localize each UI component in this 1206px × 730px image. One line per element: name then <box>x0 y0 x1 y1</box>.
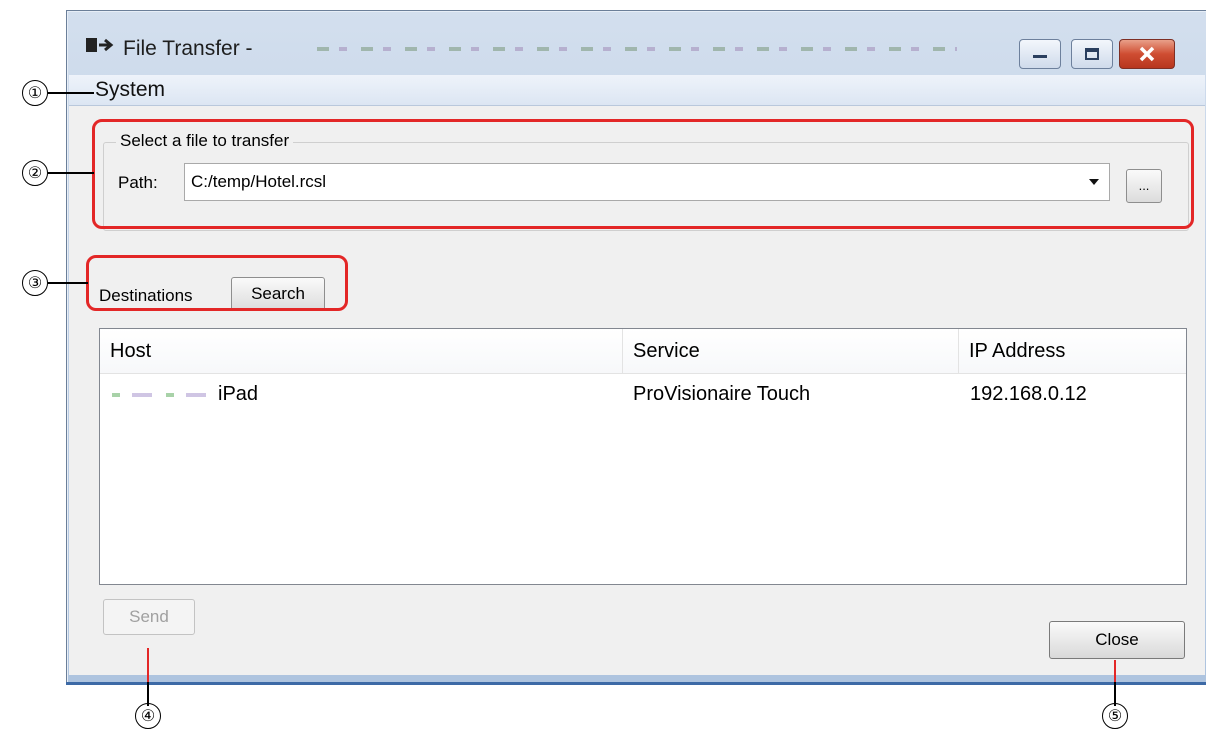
callout-line-1 <box>48 92 94 94</box>
callout-2: ② <box>22 160 48 186</box>
host-blurred-text <box>112 392 208 397</box>
callout-3: ③ <box>22 270 48 296</box>
window-title: File Transfer - <box>123 37 253 60</box>
callout-line-2 <box>48 172 94 174</box>
maximize-icon <box>1085 48 1099 60</box>
title-blurred-text <box>317 47 957 51</box>
callout-5: ⑤ <box>1102 703 1128 729</box>
menu-system[interactable]: System <box>95 78 165 102</box>
maximize-button[interactable] <box>1071 39 1113 69</box>
close-window-button[interactable] <box>1119 39 1175 69</box>
callout-line-3 <box>48 282 88 284</box>
minimize-icon <box>1033 55 1047 58</box>
destinations-table: Host Service IP Address iPad ProVisionai… <box>99 328 1187 585</box>
column-header-service[interactable]: Service <box>623 329 959 373</box>
highlight-destinations <box>86 255 348 311</box>
host-name: iPad <box>218 383 259 405</box>
minimize-button[interactable] <box>1019 39 1061 69</box>
service-cell: ProVisionaire Touch <box>633 383 811 405</box>
highlight-file-select <box>92 119 1194 229</box>
column-header-host[interactable]: Host <box>100 329 623 373</box>
send-button[interactable]: Send <box>103 599 195 635</box>
close-icon <box>1139 46 1155 62</box>
menu-bar: System <box>69 75 1205 106</box>
host-cell: iPad <box>112 383 258 406</box>
close-button[interactable]: Close <box>1049 621 1185 659</box>
callout-4: ④ <box>135 703 161 729</box>
column-header-ip[interactable]: IP Address <box>959 329 1186 373</box>
title-bar[interactable]: File Transfer - <box>67 11 1206 73</box>
callout-line-4-red <box>147 648 149 682</box>
ip-cell: 192.168.0.12 <box>970 383 1087 405</box>
table-row[interactable]: iPad ProVisionaire Touch 192.168.0.12 <box>100 375 1186 415</box>
table-header: Host Service IP Address <box>100 329 1186 374</box>
callout-line-5-red <box>1114 660 1116 682</box>
callout-1: ① <box>22 80 48 106</box>
transfer-icon <box>86 38 114 52</box>
window-bottom-edge <box>66 682 1206 685</box>
file-transfer-window: File Transfer - System Select a file to … <box>66 10 1206 685</box>
